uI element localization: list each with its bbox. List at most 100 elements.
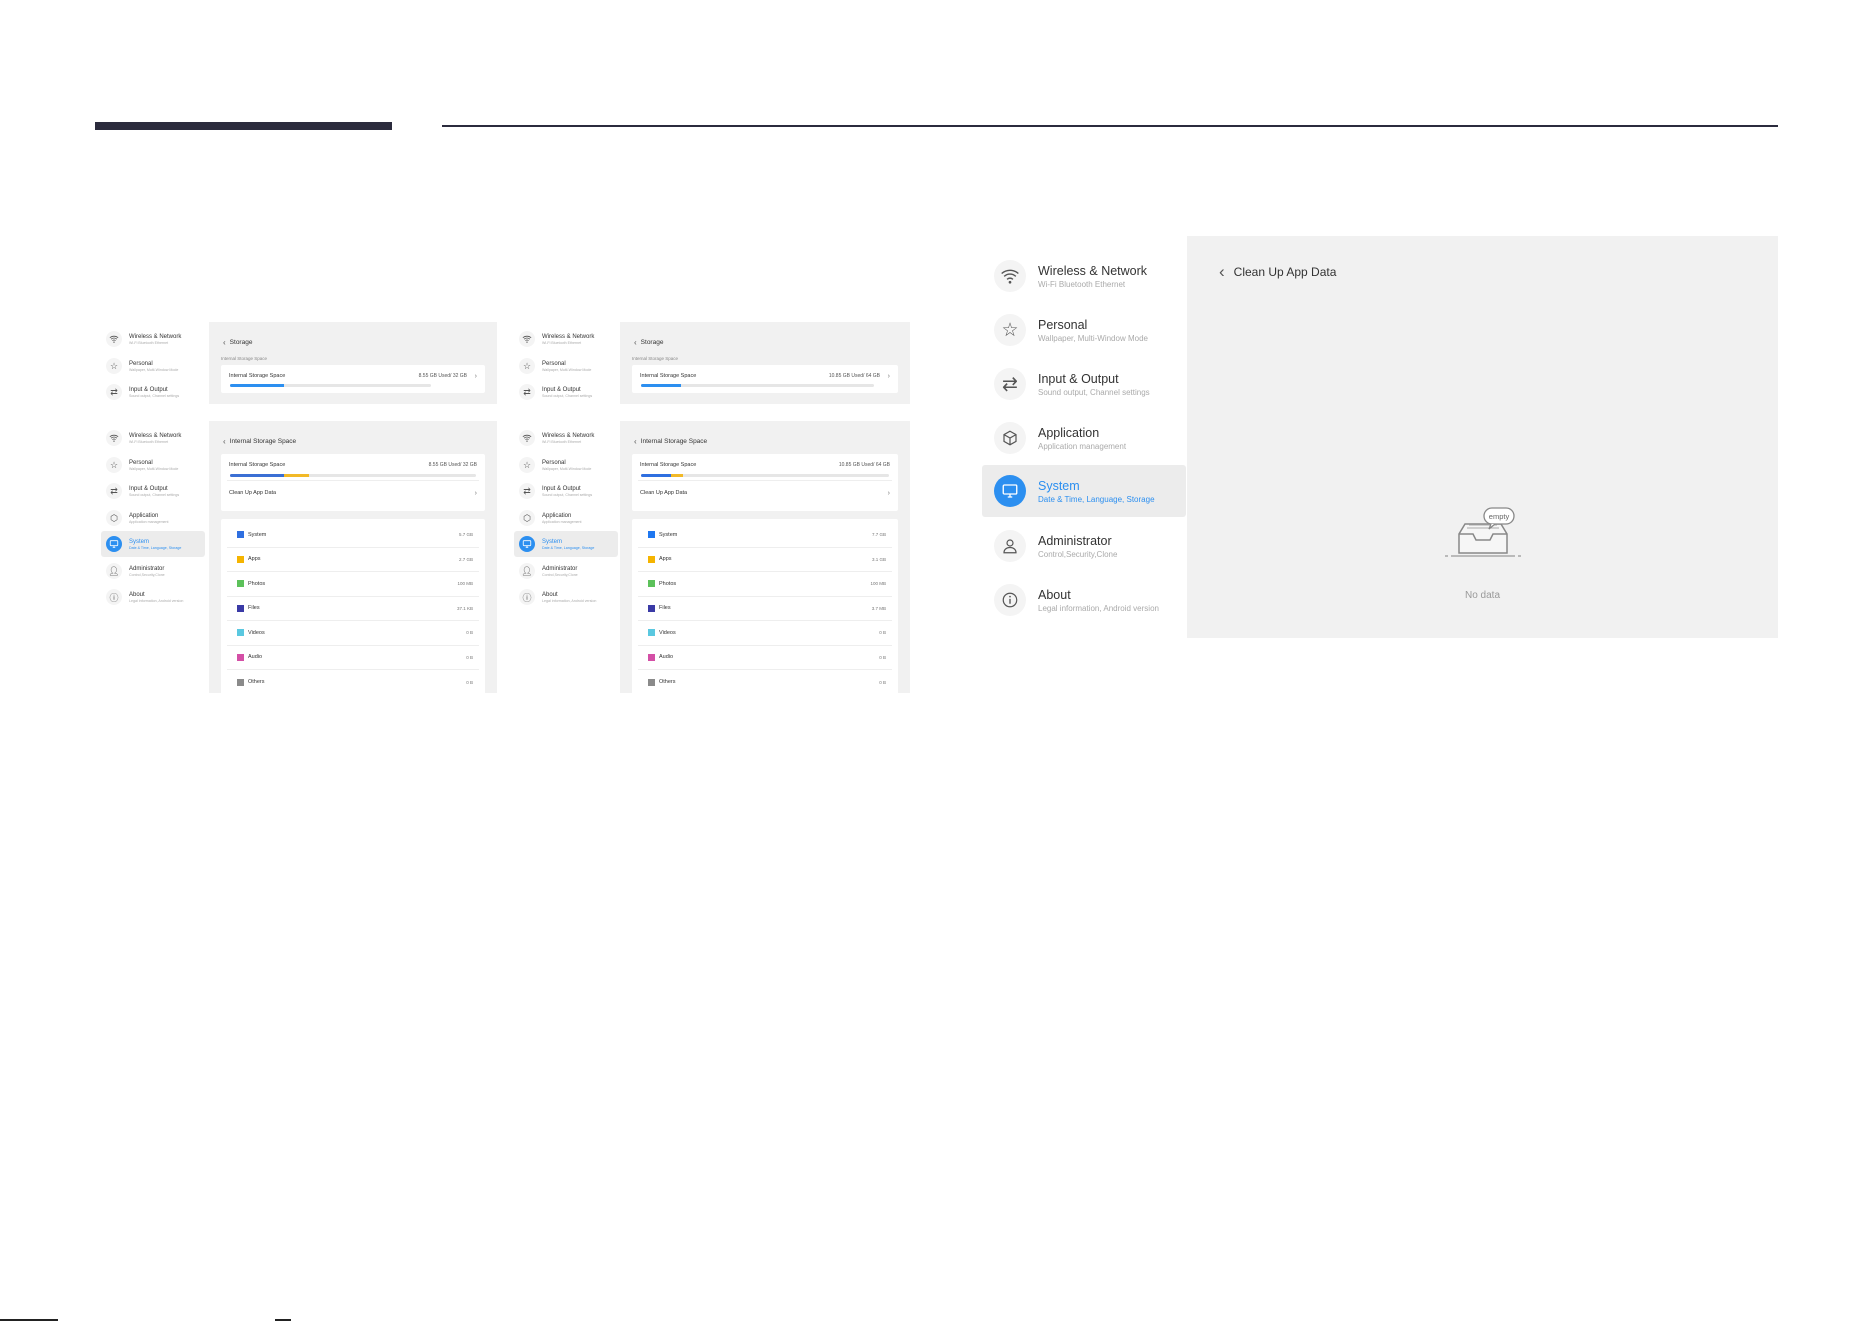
category-name: Files: [237, 604, 260, 612]
clean-up-app-data-button[interactable]: Clean Up App Data ›: [632, 481, 898, 505]
monitor-icon: [994, 475, 1026, 507]
nav-item-wireless[interactable]: Wireless & Network Wi-Fi Bluetooth Ethern…: [101, 326, 205, 352]
screen-title: Clean Up App Data: [1233, 265, 1337, 279]
nav-sublabel: Wi-Fi Bluetooth Ethernet: [542, 340, 582, 345]
category-name: System: [648, 531, 678, 539]
info-icon: ⓘ: [519, 589, 535, 605]
storage-card[interactable]: Internal Storage Space 10.85 GB Used/ 64…: [632, 365, 898, 393]
nav-label: Administrator: [542, 565, 578, 572]
nav-item-wireless[interactable]: Wireless & Network Wi-Fi Bluetooth Ethern…: [982, 250, 1186, 302]
nav-label: Input & Output: [1038, 371, 1119, 386]
category-color-swatch: [237, 678, 244, 686]
storage-card[interactable]: Internal Storage Space 8.55 GB Used/ 32 …: [221, 365, 485, 393]
category-label: System: [248, 531, 267, 538]
nav-sublabel: Wi-Fi Bluetooth Ethernet: [129, 439, 169, 444]
nav-item-system[interactable]: System Date & Time, Language, Storage: [982, 465, 1186, 517]
chevron-right-icon: ›: [474, 489, 477, 497]
nav-item-about[interactable]: ⓘ About Legal information, Android versio…: [101, 584, 205, 610]
nav-item-application[interactable]: ⬡ Application Application management: [514, 505, 618, 531]
back-button[interactable]: ‹ Internal Storage Space: [634, 437, 707, 446]
category-label: System: [659, 531, 678, 538]
screen-title: Storage: [640, 339, 664, 346]
nav-label: Wireless & Network: [542, 333, 595, 340]
nav-item-administrator[interactable]: 👤︎ Administrator Control,Security,Clone: [101, 558, 205, 584]
chevron-left-icon: ‹: [223, 338, 226, 347]
back-button[interactable]: ‹ Storage: [223, 338, 252, 347]
wifi-icon: [519, 430, 535, 446]
category-label: Files: [659, 605, 671, 612]
back-button[interactable]: ‹ Internal Storage Space: [223, 437, 296, 446]
category-name: Others: [237, 678, 265, 686]
nav-label: Application: [542, 512, 572, 519]
storage-category-row: Videos 0 B: [227, 621, 479, 646]
nav-label: Input & Output: [129, 386, 168, 393]
nav-item-input-output[interactable]: ⇄ Input & Output Sound output, Channel se…: [101, 478, 205, 504]
nav-item-wireless[interactable]: Wireless & Network Wi-Fi Bluetooth Ethern…: [101, 425, 205, 451]
screen-title: Storage: [229, 339, 253, 346]
nav-item-personal[interactable]: ☆ Personal Wallpaper, Multi-Window Mode: [101, 452, 205, 478]
nav-item-system[interactable]: System Date & Time, Language, Storage: [514, 531, 618, 557]
category-color-swatch: [237, 531, 244, 539]
person-icon: [994, 530, 1026, 562]
person-icon: 👤︎: [519, 563, 535, 579]
clean-up-app-data-button[interactable]: Clean Up App Data ›: [221, 481, 485, 505]
nav-item-about[interactable]: About Legal information, Android version: [982, 574, 1186, 626]
nav-sublabel: Date & Time, Language, Storage: [1038, 494, 1155, 504]
nav-item-administrator[interactable]: Administrator Control,Security,Clone: [982, 520, 1186, 572]
nav-item-wireless[interactable]: Wireless & Network Wi-Fi Bluetooth Ethern…: [514, 326, 618, 352]
category-size: 0 B: [879, 654, 886, 660]
category-size: 3.1 GB: [871, 556, 886, 562]
storage-category-row: Videos 0 B: [638, 621, 892, 646]
nav-item-personal[interactable]: ☆ Personal Wallpaper, Multi-Window Mode: [514, 452, 618, 478]
nav-sublabel: Wallpaper, Multi-Window Mode: [129, 466, 179, 471]
header-rule-thick: [95, 122, 392, 130]
star-icon: ☆: [519, 457, 535, 473]
category-name: Photos: [237, 580, 266, 588]
nav-item-input-output[interactable]: ⇄ Input & Output Sound output, Channel se…: [101, 379, 205, 405]
screen-title: Internal Storage Space: [229, 438, 297, 445]
empty-inbox-icon: empty: [1444, 507, 1521, 557]
nav-item-administrator[interactable]: 👤︎ Administrator Control,Security,Clone: [514, 558, 618, 584]
nav-sublabel: Control,Security,Clone: [129, 572, 165, 577]
star-icon: ☆: [519, 358, 535, 374]
nav-sublabel: Sound output, Channel settings: [542, 492, 593, 497]
nav-item-personal[interactable]: ☆ Personal Wallpaper, Multi-Window Mode: [514, 353, 618, 379]
wifi-icon: [994, 260, 1026, 292]
storage-row-label: Internal Storage Space: [229, 373, 286, 379]
storage-category-list: System 5.7 GB Apps 2.7 GB Photos 100 MB Files 3…: [221, 519, 485, 699]
nav-item-input-output[interactable]: ⇄ Input & Output Sound output, Channel se…: [982, 358, 1186, 410]
star-icon: ☆: [994, 314, 1026, 346]
category-name: Photos: [648, 580, 677, 588]
nav-label: Wireless & Network: [1038, 263, 1148, 278]
nav-item-application[interactable]: Application Application management: [982, 412, 1186, 464]
nav-item-about[interactable]: ⓘ About Legal information, Android versio…: [514, 584, 618, 610]
storage-row-value: 10.85 GB Used/ 64 GB: [828, 373, 880, 379]
category-color-swatch: [237, 555, 244, 563]
storage-category-row: Audio 0 B: [638, 646, 892, 670]
nav-item-system[interactable]: System Date & Time, Language, Storage: [101, 531, 205, 557]
header-rule-thin: [442, 125, 1778, 127]
category-size: 0 B: [879, 630, 886, 636]
category-name: Others: [648, 678, 676, 686]
clean-up-app-data-screen: Wireless & Network Wi-Fi Bluetooth Ethern…: [982, 236, 1778, 638]
category-label: Photos: [248, 580, 266, 587]
nav-item-wireless[interactable]: Wireless & Network Wi-Fi Bluetooth Ethern…: [514, 425, 618, 451]
nav-item-input-output[interactable]: ⇄ Input & Output Sound output, Channel se…: [514, 478, 618, 504]
back-button[interactable]: ‹ Clean Up App Data: [1219, 262, 1336, 282]
nav-item-input-output[interactable]: ⇄ Input & Output Sound output, Channel se…: [514, 379, 618, 405]
storage-row-label: Internal Storage Space: [640, 462, 697, 468]
nav-item-application[interactable]: ⬡ Application Application management: [101, 505, 205, 531]
nav-sublabel: Application management: [1038, 441, 1127, 451]
nav-item-personal[interactable]: ☆ Personal Wallpaper, Multi-Window Mode: [982, 304, 1186, 356]
nav-label: Wireless & Network: [129, 333, 182, 340]
cube-icon: ⬡: [106, 510, 122, 526]
category-color-swatch: [648, 629, 655, 637]
back-button[interactable]: ‹ Storage: [634, 338, 663, 347]
nav-item-personal[interactable]: ☆ Personal Wallpaper, Multi-Window Mode: [101, 353, 205, 379]
nav-sublabel: Date & Time, Language, Storage: [542, 545, 595, 550]
chevron-right-icon: ›: [887, 372, 890, 380]
nav-label: About: [129, 591, 145, 598]
storage-summary-card: Internal Storage Space 8.55 GB Used/ 32 …: [221, 454, 485, 511]
nav-label: Application: [129, 512, 159, 519]
category-label: Photos: [659, 580, 677, 587]
